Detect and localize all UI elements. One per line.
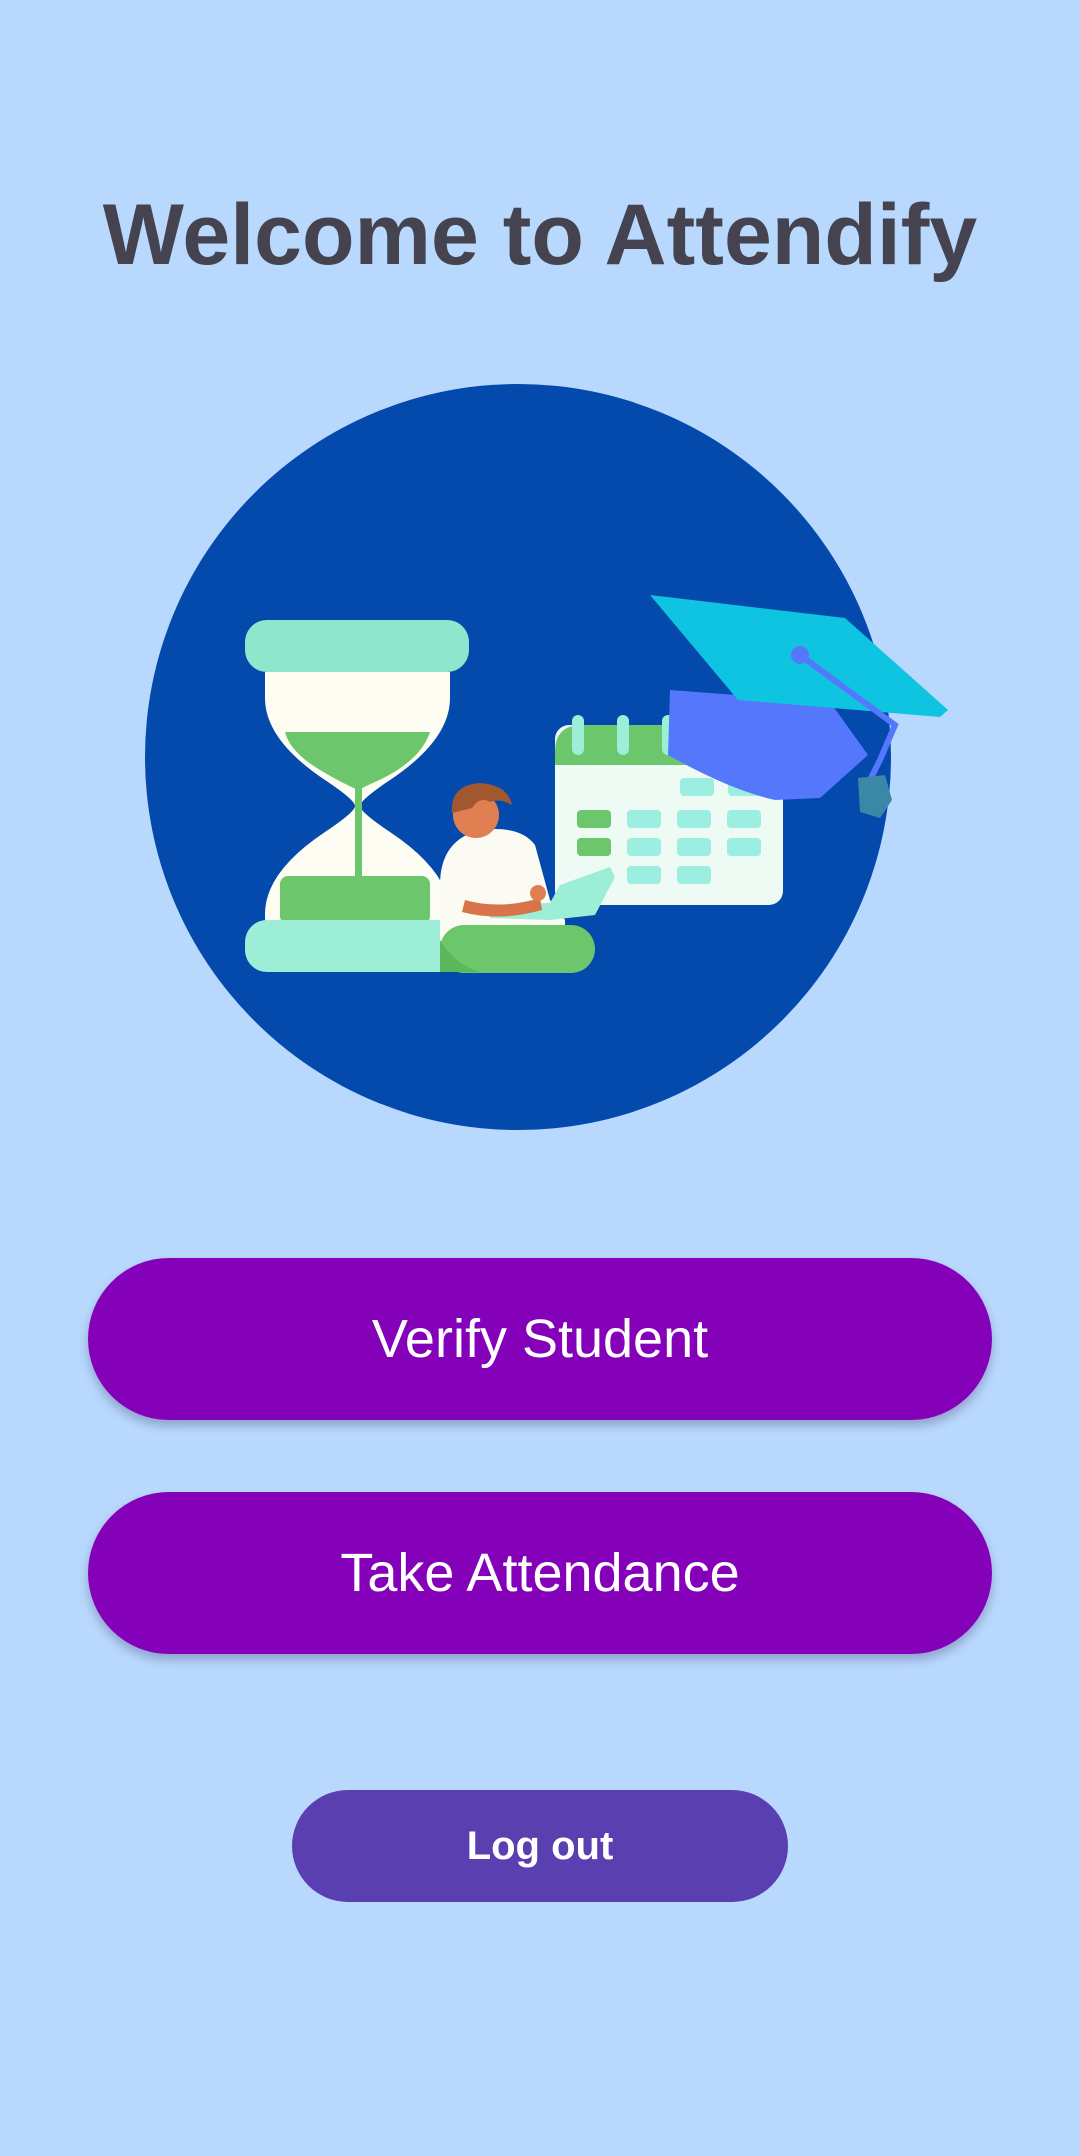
attendance-illustration [145, 384, 948, 1130]
hero-illustration [140, 380, 960, 1140]
verify-student-button[interactable]: Verify Student [88, 1258, 992, 1420]
page-title: Welcome to Attendify [102, 187, 978, 283]
take-attendance-button[interactable]: Take Attendance [88, 1492, 992, 1654]
logout-button[interactable]: Log out [292, 1790, 788, 1902]
